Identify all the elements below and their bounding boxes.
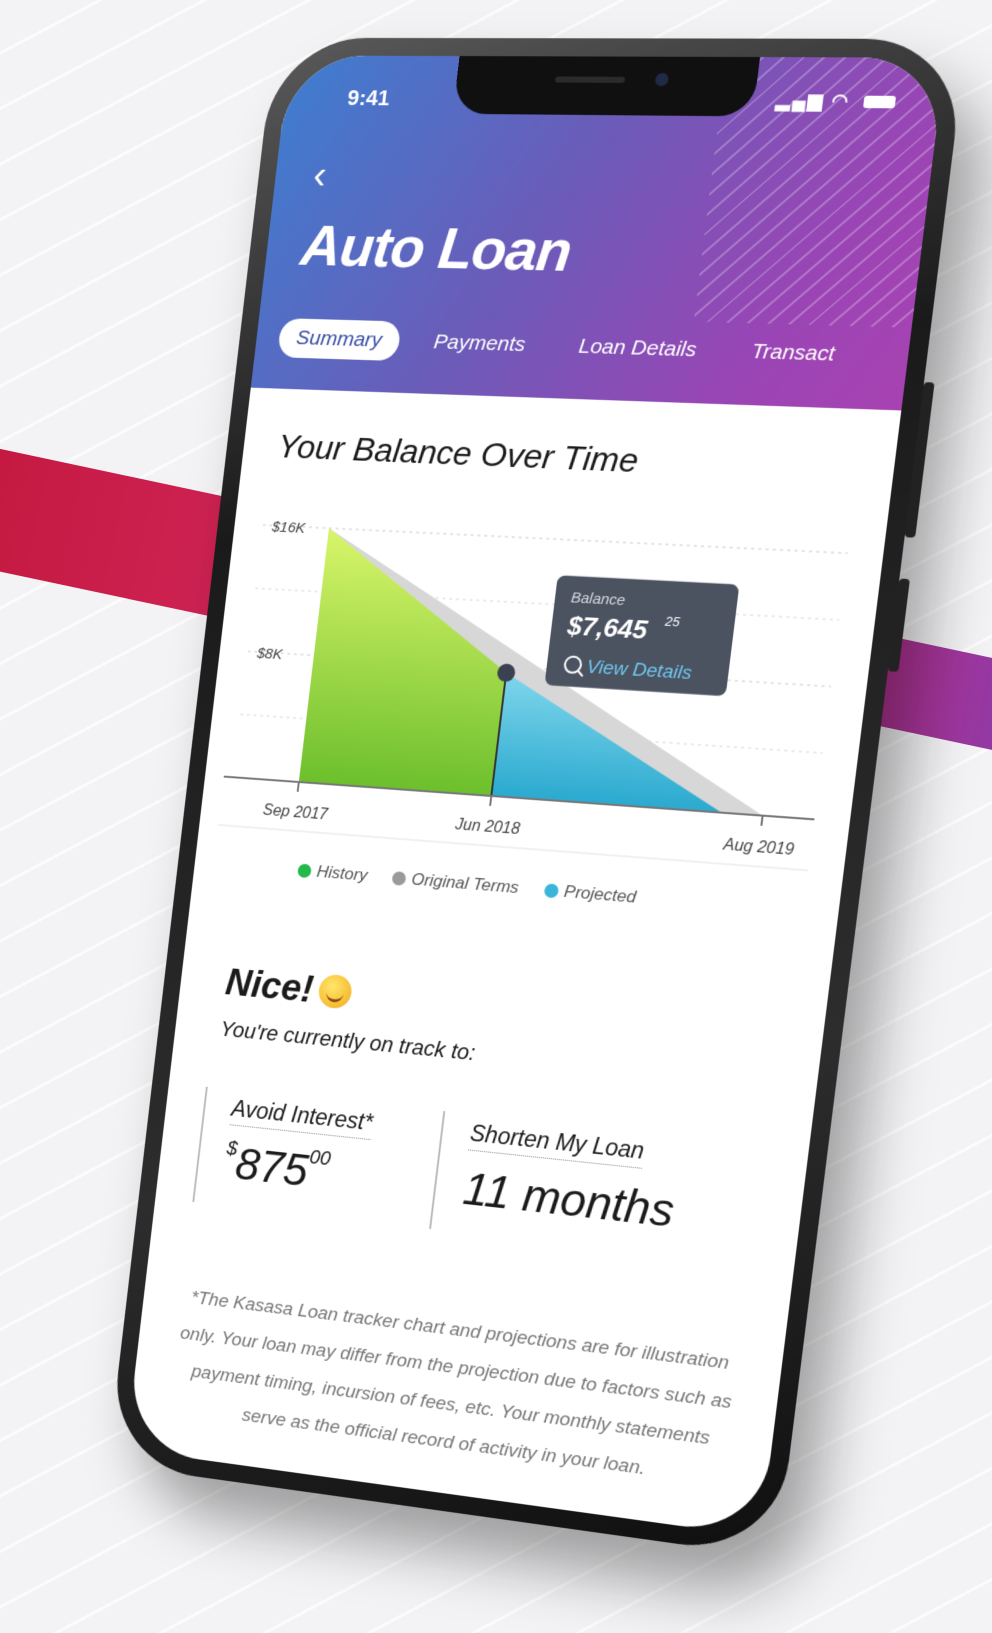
legend-projected-label: Projected bbox=[563, 881, 638, 907]
tab-transactions[interactable]: Transact bbox=[731, 331, 856, 376]
stat-value: $87500 bbox=[222, 1136, 332, 1200]
camera bbox=[654, 72, 670, 87]
legend-history-dot bbox=[297, 863, 312, 879]
balance-chart: $16K $8K Sep 2017 Jun 2018 Aug 2019 Balance $7… bbox=[208, 519, 864, 881]
x-tick-label: Aug 2019 bbox=[721, 836, 795, 859]
stat-label: Shorten My Loan bbox=[468, 1119, 646, 1169]
legend-original: Original Terms bbox=[391, 868, 520, 898]
tab-summary[interactable]: Summary bbox=[276, 318, 402, 362]
page-title: Auto Loan bbox=[297, 213, 575, 284]
signal-icon: ▂▄▆ bbox=[774, 89, 826, 111]
stat-divider bbox=[429, 1110, 446, 1230]
stat-divider bbox=[192, 1086, 208, 1203]
tooltip-cents: 25 bbox=[663, 613, 682, 629]
status-icons: ▂▄▆ ◠ bbox=[775, 90, 897, 113]
legend-projected-dot bbox=[543, 883, 560, 899]
speaker bbox=[554, 76, 626, 83]
x-tick bbox=[761, 816, 762, 826]
back-chevron-icon[interactable]: ‹ bbox=[311, 154, 329, 198]
tab-payments[interactable]: Payments bbox=[414, 322, 545, 366]
notch bbox=[452, 56, 761, 117]
stat-value: 11 months bbox=[460, 1162, 677, 1237]
tooltip-value: $7,645 bbox=[565, 612, 650, 645]
headline-text: Nice! bbox=[223, 962, 316, 1011]
stat-cents: 00 bbox=[308, 1146, 332, 1171]
summary-subheadline: You're currently on track to: bbox=[218, 1016, 477, 1066]
tab-bar: Summary Payments Loan Details Transact bbox=[276, 318, 856, 376]
x-tick bbox=[490, 796, 491, 806]
history-area bbox=[298, 528, 523, 796]
disclaimer-text: *The Kasasa Loan tracker chart and proje… bbox=[179, 1287, 733, 1480]
smile-emoji-icon bbox=[316, 973, 354, 1010]
chart-legend: History Original Terms Projected bbox=[297, 861, 637, 908]
legend-original-label: Original Terms bbox=[410, 869, 520, 898]
tab-loan-details[interactable]: Loan Details bbox=[558, 326, 717, 371]
y-tick-label: $16K bbox=[270, 519, 307, 537]
legend-original-dot bbox=[391, 871, 407, 886]
x-tick-label: Sep 2017 bbox=[262, 802, 330, 824]
chart-title: Your Balance Over Time bbox=[275, 427, 641, 481]
x-tick-label: Jun 2018 bbox=[453, 816, 521, 838]
y-tick-label: $8K bbox=[255, 646, 284, 663]
legend-history: History bbox=[297, 861, 369, 886]
battery-icon bbox=[862, 95, 897, 109]
stat-amount: 875 bbox=[232, 1137, 311, 1197]
legend-projected: Projected bbox=[543, 880, 637, 907]
status-time: 9:41 bbox=[346, 85, 392, 111]
stat-label: Avoid Interest* bbox=[229, 1095, 375, 1141]
summary-headline: Nice! bbox=[223, 962, 354, 1015]
legend-history-label: History bbox=[315, 862, 369, 885]
wifi-icon: ◠ bbox=[830, 90, 852, 112]
tooltip-label: Balance bbox=[570, 590, 626, 609]
x-tick bbox=[298, 782, 299, 792]
